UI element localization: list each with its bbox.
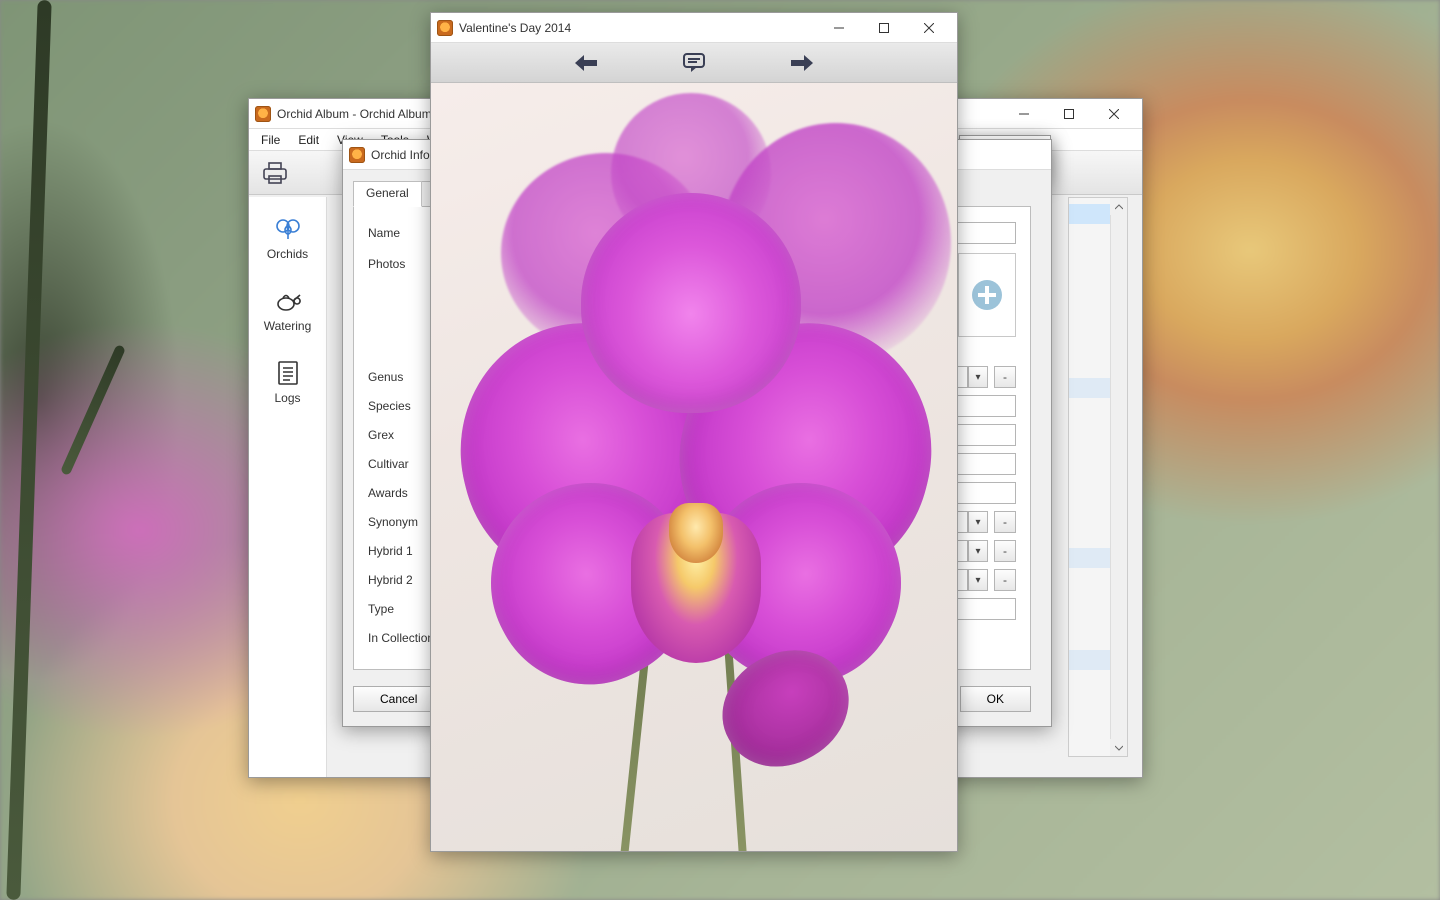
main-minimize-button[interactable] [1001,99,1046,128]
add-photo-button[interactable] [958,253,1016,337]
app-icon [349,147,365,163]
hybrid2-clear-button[interactable]: - [994,569,1016,591]
chevron-down-icon[interactable]: ▾ [968,569,988,591]
previous-button[interactable] [572,51,600,75]
add-photo-slot [958,253,1016,337]
synonym-clear-button[interactable]: - [994,511,1016,533]
sidebar-item-logs[interactable]: Logs [249,355,326,409]
watering-icon [274,287,302,315]
sidebar-label-watering: Watering [264,319,312,333]
orchid-icon [274,215,302,243]
genus-clear-button[interactable]: - [994,366,1016,388]
main-close-button[interactable] [1091,99,1136,128]
sidebar-label-orchids: Orchids [267,247,308,261]
photo-titlebar[interactable]: Valentine's Day 2014 [431,13,957,43]
photo-window: Valentine's Day 2014 [430,12,958,852]
list-row[interactable] [1069,548,1110,568]
sidebar-item-orchids[interactable]: Orchids [249,211,326,265]
chevron-down-icon[interactable]: ▾ [968,511,988,533]
hybrid1-clear-button[interactable]: - [994,540,1016,562]
list-row-selected[interactable] [1069,204,1110,224]
scroll-up-button[interactable] [1110,198,1127,215]
app-icon [437,20,453,36]
scrollbar[interactable] [1110,198,1127,756]
sidebar-item-watering[interactable]: Watering [249,283,326,337]
main-maximize-button[interactable] [1046,99,1091,128]
menu-file[interactable]: File [253,131,288,149]
sidebar: Orchids Watering Logs [249,197,327,777]
list-row[interactable] [1069,378,1110,398]
app-icon [255,106,271,122]
list-row[interactable] [1069,650,1110,670]
list-panel [1068,197,1128,757]
photo-maximize-button[interactable] [861,13,906,42]
photo-close-button[interactable] [906,13,951,42]
photo-title: Valentine's Day 2014 [459,21,816,35]
print-button[interactable] [259,157,291,189]
tab-general[interactable]: General [353,181,422,207]
photo-minimize-button[interactable] [816,13,861,42]
sidebar-label-logs: Logs [274,391,300,405]
menu-edit[interactable]: Edit [290,131,327,149]
scroll-down-button[interactable] [1110,739,1127,756]
photo-image [431,83,957,851]
chevron-down-icon[interactable]: ▾ [968,540,988,562]
ok-button[interactable]: OK [960,686,1031,712]
comment-button[interactable] [680,51,708,75]
photo-toolbar [431,43,957,83]
next-button[interactable] [788,51,816,75]
chevron-down-icon[interactable]: ▾ [968,366,988,388]
logs-icon [274,359,302,387]
